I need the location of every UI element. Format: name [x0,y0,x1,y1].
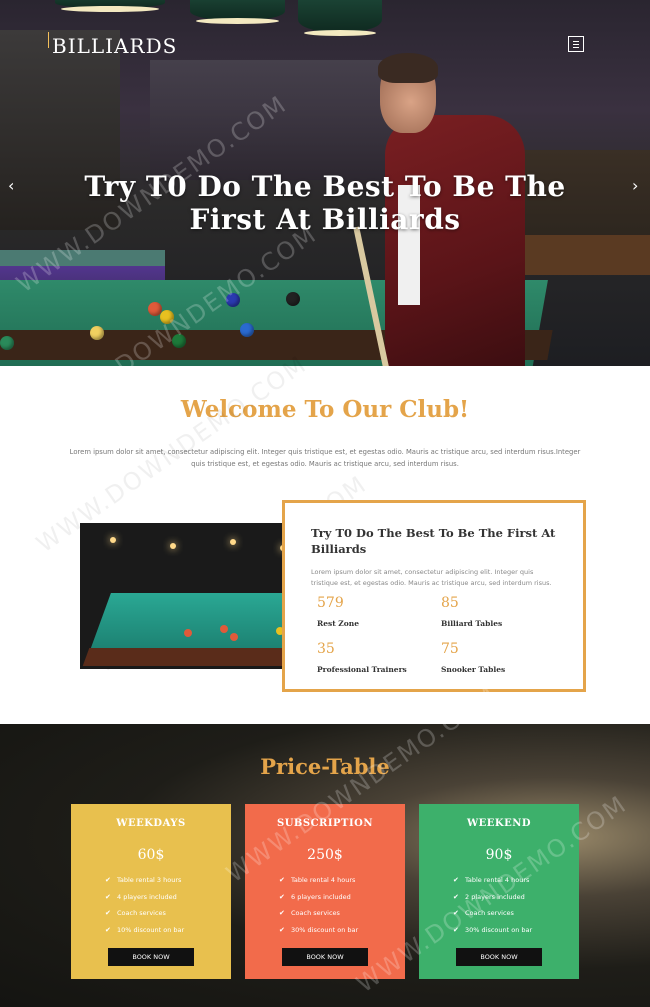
hero-banner: BILLIARDS ‹ › Try T0 Do The Best To Be T… [0,0,650,366]
site-logo[interactable]: BILLIARDS [47,32,177,58]
pool-ball [226,293,240,307]
book-now-button[interactable]: BOOK NOW [108,948,194,966]
plan-price: 90$ [485,847,513,863]
feature-item: ✔ 2 players included [453,892,525,901]
hero-lamp [55,0,165,12]
feature-item: ✔ 30% discount on bar [279,925,359,934]
check-icon: ✔ [279,909,285,917]
feature-item: ✔ Coach services [453,909,514,917]
feature-item: ✔ Table rental 4 hours [453,876,530,884]
check-icon: ✔ [279,925,285,934]
feature-item: ✔ Coach services [105,909,166,917]
slider-prev-arrow-icon[interactable]: ‹ [8,176,14,195]
stat-snooker-tables-value: 75 [441,641,459,657]
check-icon: ✔ [279,876,285,884]
pool-ball [172,334,186,348]
slider-next-arrow-icon[interactable]: › [632,176,638,195]
plan-features: ✔ Table rental 4 hours ✔ 2 players include… [453,876,532,942]
price-card-weekend: WEEKEND 90$ ✔ Table rental 4 hours ✔ 2 pla… [419,804,579,979]
check-icon: ✔ [105,876,111,884]
hero-lamp [190,0,285,24]
plan-price: 60$ [137,847,165,863]
welcome-text: Lorem ipsum dolor sit amet, consectetur … [69,448,581,468]
book-now-button[interactable]: BOOK NOW [282,948,368,966]
menu-toggle-button[interactable] [568,36,584,52]
stat-billiard-tables-value: 85 [441,595,459,611]
check-icon: ✔ [279,892,285,901]
feature-item: ✔ 4 players included [105,892,177,901]
plan-name: WEEKEND [466,818,532,829]
book-now-button[interactable]: BOOK NOW [456,948,542,966]
feature-item: ✔ 6 players included [279,892,351,901]
check-icon: ✔ [453,925,459,934]
pool-ball [160,310,174,324]
stat-billiard-tables-label: Billiard Tables [441,619,503,628]
plan-name: SUBSCRIPTION [276,818,374,829]
check-icon: ✔ [453,892,459,901]
feature-item: ✔ 10% discount on bar [105,925,185,934]
plan-features: ✔ Table rental 4 hours ✔ 6 players include… [279,876,358,942]
about-title: Try T0 Do The Best To Be The First At Bi… [311,526,556,556]
plan-name: WEEKDAYS [116,818,186,829]
check-icon: ✔ [105,909,111,917]
feature-item: ✔ Coach services [279,909,340,917]
feature-item: ✔ 30% discount on bar [453,925,533,934]
stat-trainers-value: 35 [317,641,335,657]
club-photo [80,523,298,669]
about-text: Lorem ipsum dolor sit amet, consectetur … [311,568,552,587]
hero-lamp [298,0,382,36]
pool-ball [240,323,254,337]
check-icon: ✔ [105,925,111,934]
pool-ball [0,336,14,350]
feature-item: ✔ Table rental 3 hours [105,876,182,884]
welcome-title: Welcome To Our Club! [180,396,470,423]
stat-rest-zone-label: Rest Zone [317,619,360,628]
stat-snooker-tables-label: Snooker Tables [441,665,506,674]
pool-ball [286,292,300,306]
about-card: Try T0 Do The Best To Be The First At Bi… [282,500,586,692]
stat-trainers-label: Professional Trainers [317,665,407,674]
plan-features: ✔ Table rental 3 hours ✔ 4 players include… [105,876,184,942]
price-title: Price-Table [260,754,390,779]
price-card-weekdays: WEEKDAYS 60$ ✔ Table rental 3 hours ✔ 4 pl… [71,804,231,979]
check-icon: ✔ [453,876,459,884]
price-card-subscription: SUBSCRIPTION 250$ ✔ Table rental 4 hours … [245,804,405,979]
pool-ball [90,326,104,340]
check-icon: ✔ [105,892,111,901]
stat-rest-zone-value: 579 [317,595,344,611]
check-icon: ✔ [453,909,459,917]
plan-price: 250$ [307,847,343,863]
feature-item: ✔ Table rental 4 hours [279,876,356,884]
hero-title: Try T0 Do The Best To Be The First At Bi… [84,170,566,236]
